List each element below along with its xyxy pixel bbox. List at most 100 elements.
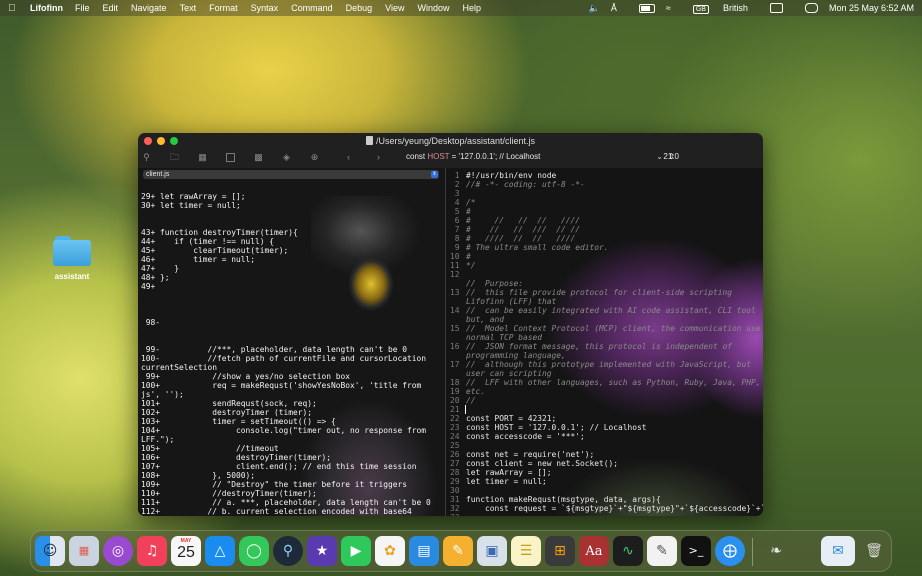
menu-navigate[interactable]: Navigate bbox=[131, 3, 167, 13]
diff-code[interactable]: 29+ let rawArray = []; 30+ let timer = n… bbox=[141, 192, 431, 516]
dock-calculator[interactable]: ⊞ bbox=[545, 536, 575, 566]
migration-assistant-icon: ❧ bbox=[770, 543, 782, 559]
grid-icon[interactable]: ▩ bbox=[254, 153, 263, 162]
menu-bar:  Lifofinn File Edit Navigate Text Forma… bbox=[0, 0, 922, 16]
source-code[interactable]: #!/usr/bin/env node //# -*- coding: utf-… bbox=[466, 171, 763, 513]
battery-icon[interactable] bbox=[628, 3, 655, 14]
dock-keynote[interactable]: ▤ bbox=[409, 536, 439, 566]
dock-notes[interactable]: ☰ bbox=[511, 536, 541, 566]
menu-window[interactable]: Window bbox=[418, 3, 450, 13]
dock-podcasts[interactable]: ◎ bbox=[103, 536, 133, 566]
calendar-day: 25 bbox=[177, 544, 195, 561]
input-source[interactable]: GB British bbox=[682, 3, 748, 14]
status-area: 🔈 Å ≈ GB British Mon 25 May 6:52 AM bbox=[578, 3, 914, 14]
dock-music[interactable]: ♫ bbox=[137, 536, 167, 566]
dock-preview[interactable]: ▣ bbox=[477, 536, 507, 566]
dock-trash[interactable]: 🗑 bbox=[859, 536, 889, 566]
messages-icon: ◯ bbox=[246, 543, 262, 559]
dock-launchpad[interactable]: ▦ bbox=[69, 536, 99, 566]
menu-edit[interactable]: Edit bbox=[103, 3, 119, 13]
menu-debug[interactable]: Debug bbox=[346, 3, 373, 13]
menu-syntax[interactable]: Syntax bbox=[251, 3, 279, 13]
dock-imovie[interactable]: ★ bbox=[307, 536, 337, 566]
dock-separator bbox=[752, 538, 753, 566]
menu-file[interactable]: File bbox=[75, 3, 90, 13]
menu-help[interactable]: Help bbox=[463, 3, 482, 13]
dictionary-label: Aa bbox=[585, 544, 603, 559]
activity-monitor-icon: ∿ bbox=[622, 543, 634, 559]
input-source-badge: GB bbox=[692, 5, 709, 14]
dock-migration-assistant[interactable]: ❧ bbox=[761, 536, 791, 566]
forward-arrow-icon[interactable]: › bbox=[374, 153, 383, 162]
right-editor-pane[interactable]: 1 2 3 4 5 6 7 8 9 10 11 12 13 14 15 16 1… bbox=[446, 168, 763, 516]
calculator-icon: ⊞ bbox=[554, 543, 566, 559]
title-bar[interactable]: /Users/yeung/Desktop/assistant/client.js bbox=[138, 133, 763, 149]
window-title: /Users/yeung/Desktop/assistant/client.js bbox=[138, 136, 763, 146]
dock-textedit[interactable]: ✎ bbox=[647, 536, 677, 566]
facetime-icon: ▶ bbox=[350, 543, 362, 559]
dock-finder[interactable]: ☺ bbox=[35, 536, 65, 566]
code-body: const PORT = 42321; const HOST = '127.0.… bbox=[466, 414, 763, 513]
add-bookmark-icon[interactable]: ⊕ bbox=[310, 153, 319, 162]
menu-command[interactable]: Command bbox=[291, 3, 333, 13]
wifi-icon[interactable]: ≈ bbox=[666, 3, 671, 13]
dock-messages[interactable]: ◯ bbox=[239, 536, 269, 566]
safari-icon: ⨁ bbox=[723, 543, 737, 559]
keynote-icon: ▤ bbox=[417, 543, 431, 559]
menu-text[interactable]: Text bbox=[180, 3, 197, 13]
dock-dictionary[interactable]: Aa bbox=[579, 536, 609, 566]
file-selector[interactable]: client.js ⇕ bbox=[143, 170, 439, 179]
hierarchy-icon[interactable]: ▦ bbox=[198, 153, 207, 162]
cursor-position[interactable]: 21:0 bbox=[663, 152, 679, 161]
dock-facetime[interactable]: ▶ bbox=[341, 536, 371, 566]
trash-icon: 🗑 bbox=[865, 543, 883, 559]
dock: ☺ ▦ ◎ ♫ MAY 25 △ ◯ ⚲ ★ ▶ ✿ ▤ ✎ ▣ ☰ ⊞ Aa … bbox=[30, 530, 892, 572]
symbol-prefix: const bbox=[406, 152, 428, 161]
symbol-navigator[interactable]: const HOST = '127.0.0.1'; // Localhost bbox=[406, 152, 540, 161]
dock-terminal[interactable]: >_ bbox=[681, 536, 711, 566]
preview-icon: ▣ bbox=[485, 543, 499, 559]
symbol-suffix: = '127.0.0.1'; // Localhost bbox=[449, 152, 541, 161]
dock-safari[interactable]: ⨁ bbox=[715, 536, 745, 566]
dock-app-store[interactable]: △ bbox=[205, 536, 235, 566]
toolbar: ⚲ 🗀 ▦ ▩ ◈ ⊕ ‹ › const HOST = '127.0.0.1'… bbox=[138, 149, 763, 167]
textedit-icon: ✎ bbox=[656, 543, 668, 559]
app-menu[interactable]: Lifofinn bbox=[30, 3, 63, 13]
imovie-icon: ★ bbox=[315, 543, 329, 559]
app-store-icon: △ bbox=[214, 543, 226, 559]
dock-calendar[interactable]: MAY 25 bbox=[171, 536, 201, 566]
menu-clock[interactable]: Mon 25 May 6:52 AM bbox=[829, 3, 914, 13]
keyboard-viewer-icon[interactable] bbox=[759, 3, 783, 14]
dock-quicktime[interactable]: ⚲ bbox=[273, 536, 303, 566]
dock-mail-window[interactable]: ✉ bbox=[821, 536, 855, 566]
folder-icon[interactable]: 🗀 bbox=[170, 153, 179, 162]
search-icon[interactable]: ⚲ bbox=[142, 153, 151, 162]
menu-format[interactable]: Format bbox=[209, 3, 238, 13]
notes-icon: ☰ bbox=[519, 543, 533, 559]
frame-icon[interactable] bbox=[226, 153, 235, 162]
function-menu-icon[interactable]: ⌄ bbox=[656, 152, 663, 161]
control-center-icon[interactable] bbox=[794, 3, 818, 14]
quicktime-icon: ⚲ bbox=[282, 543, 294, 559]
menu-view[interactable]: View bbox=[385, 3, 404, 13]
dock-photos[interactable]: ✿ bbox=[375, 536, 405, 566]
podcasts-icon: ◎ bbox=[111, 543, 125, 559]
desktop-folder-label: assistant bbox=[54, 272, 90, 281]
apple-menu-icon[interactable]:  bbox=[8, 3, 16, 14]
chevron-updown-icon[interactable]: ⇕ bbox=[431, 171, 438, 178]
code-shebang: #!/usr/bin/env node bbox=[466, 171, 557, 180]
terminal-icon: >_ bbox=[688, 544, 704, 557]
text-cursor bbox=[465, 405, 466, 414]
tag-icon[interactable]: ◈ bbox=[282, 153, 291, 162]
volume-icon[interactable]: 🔈 bbox=[589, 3, 600, 14]
desktop-folder-assistant[interactable]: assistant bbox=[46, 236, 98, 281]
launchpad-icon: ▦ bbox=[78, 544, 90, 557]
bluetooth-icon[interactable]: Å bbox=[611, 3, 617, 13]
photos-icon: ✿ bbox=[384, 543, 396, 559]
document-icon bbox=[365, 136, 373, 145]
left-editor-pane[interactable]: client.js ⇕ 29+ let rawArray = []; 30+ l… bbox=[138, 168, 445, 516]
editor-window: /Users/yeung/Desktop/assistant/client.js… bbox=[138, 133, 763, 516]
back-arrow-icon[interactable]: ‹ bbox=[344, 153, 353, 162]
dock-pages[interactable]: ✎ bbox=[443, 536, 473, 566]
dock-activity-monitor[interactable]: ∿ bbox=[613, 536, 643, 566]
